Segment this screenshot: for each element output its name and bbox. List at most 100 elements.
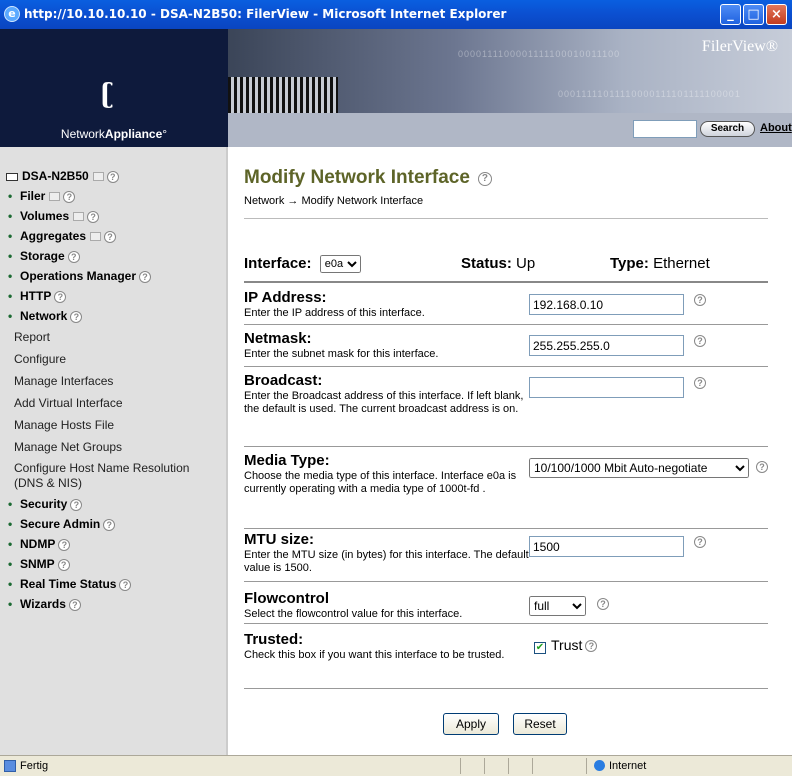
help-icon[interactable]: ? [63, 190, 76, 203]
sidebar-item-wizards[interactable]: Wizards? [6, 594, 226, 614]
flowcontrol-label: Flowcontrol [244, 590, 329, 607]
divider [244, 281, 768, 283]
sidebar-item-aggregates[interactable]: Aggregates? [6, 226, 226, 246]
sidebar-item-snmp[interactable]: SNMP? [6, 554, 226, 574]
help-icon[interactable]: ? [119, 578, 132, 591]
status-bar: Fertig Internet [0, 755, 792, 776]
trusted-row: Trusted: Check this box if you want this… [244, 631, 768, 689]
mtu-size-label: MTU size: [244, 531, 315, 548]
help-icon[interactable]: ? [87, 210, 100, 223]
window-icon[interactable] [73, 212, 85, 222]
sidebar-item-security[interactable]: Security? [6, 494, 226, 514]
mtu-size-input[interactable] [529, 536, 684, 557]
sidebar-item-filer[interactable]: Filer? [6, 186, 226, 206]
status-divider [586, 758, 587, 774]
product-name: FilerView® [701, 38, 778, 55]
binary-decoration: 00011111011110000111101111100001 [558, 89, 741, 99]
mtu-size-desc: Enter the MTU size (in bytes) for this i… [244, 549, 529, 574]
help-icon[interactable]: ? [54, 290, 67, 303]
help-icon[interactable]: ? [694, 294, 706, 306]
sidebar-item-ndmp[interactable]: NDMP? [6, 534, 226, 554]
netmask-label: Netmask: [244, 330, 312, 347]
window-titlebar: e http://10.10.10.10 - DSA-N2B50: FilerV… [0, 0, 792, 29]
sidebar-subitem-configure-host-name-resolution[interactable]: Configure Host Name Resolution (DNS & NI… [6, 458, 206, 494]
about-link[interactable]: About [760, 122, 792, 134]
help-icon[interactable]: ? [104, 230, 117, 243]
sidebar-item-network[interactable]: Network? [6, 306, 226, 326]
help-icon[interactable]: ? [694, 377, 706, 389]
sidebar-item-http[interactable]: HTTP? [6, 286, 226, 306]
help-icon[interactable]: ? [756, 461, 768, 473]
interface-row: Interface: e0a Status: Up Type: Ethernet [244, 255, 764, 277]
sidebar-subitem-report[interactable]: Report [6, 326, 226, 348]
interface-select[interactable]: e0a [319, 255, 361, 273]
minimize-button[interactable]: _ [720, 4, 741, 25]
maximize-button[interactable]: □ [743, 4, 764, 25]
close-button[interactable]: × [766, 4, 787, 25]
help-icon[interactable]: ? [597, 598, 609, 610]
ip-address-input[interactable] [529, 294, 684, 315]
help-icon[interactable]: ? [585, 640, 598, 653]
security-zone: Internet [609, 760, 647, 772]
status-divider [532, 758, 533, 774]
ie-icon: e [4, 6, 20, 22]
window-icon[interactable] [49, 192, 61, 202]
status-readout: Status: Up [461, 255, 536, 272]
help-icon[interactable]: ? [70, 498, 83, 511]
sidebar-subitem-configure[interactable]: Configure [6, 348, 226, 370]
help-icon[interactable]: ? [477, 172, 492, 186]
broadcast-desc: Enter the Broadcast address of this inte… [244, 390, 524, 415]
sidebar-item-operations-manager[interactable]: Operations Manager? [6, 266, 226, 286]
broadcast-row: Broadcast: Enter the Broadcast address o… [244, 372, 768, 447]
netapp-logo-text: NetworkAppliance° [60, 127, 168, 141]
help-icon[interactable]: ? [58, 538, 71, 551]
flowcontrol-select[interactable]: full [529, 596, 586, 616]
reset-button[interactable]: Reset [513, 713, 567, 735]
help-icon[interactable]: ? [67, 250, 80, 263]
flowcontrol-desc: Select the flowcontrol value for this in… [244, 608, 463, 620]
interface-label: Interface: [244, 255, 312, 272]
broadcast-label: Broadcast: [244, 372, 323, 389]
trust-checkbox-group[interactable]: ✔ Trust? [534, 637, 598, 654]
sidebar-item-volumes[interactable]: Volumes? [6, 206, 226, 226]
ip-address-label: IP Address: [244, 289, 327, 306]
sidebar-item-secure-admin[interactable]: Secure Admin? [6, 514, 226, 534]
divider [244, 218, 768, 219]
netmask-input[interactable] [529, 335, 684, 356]
ip-address-desc: Enter the IP address of this interface. [244, 307, 425, 319]
mtu-size-row: MTU size: Enter the MTU size (in bytes) … [244, 531, 768, 582]
search-button[interactable]: Search [700, 121, 755, 137]
status-divider [460, 758, 461, 774]
sidebar-subitem-manage-interfaces[interactable]: Manage Interfaces [6, 370, 226, 392]
help-icon[interactable]: ? [68, 598, 81, 611]
sidebar-subitem-manage-hosts-file[interactable]: Manage Hosts File [6, 414, 226, 436]
sidebar-item-storage[interactable]: Storage? [6, 246, 226, 266]
netapp-logo[interactable]: ʗ NetworkAppliance° [0, 29, 228, 147]
search-input[interactable] [633, 120, 697, 138]
help-icon[interactable]: ? [694, 536, 706, 548]
help-icon[interactable]: ? [57, 558, 70, 571]
media-type-select[interactable]: 10/100/1000 Mbit Auto-negotiate [529, 458, 749, 478]
window-icon[interactable] [92, 172, 104, 182]
media-type-row: Media Type: Choose the media type of thi… [244, 452, 768, 529]
apply-button[interactable]: Apply [443, 713, 499, 735]
broadcast-input[interactable] [529, 377, 684, 398]
sidebar-subitem-manage-net-groups[interactable]: Manage Net Groups [6, 436, 226, 458]
window-title: http://10.10.10.10 - DSA-N2B50: FilerVie… [24, 7, 507, 21]
binary-decoration: 0000111100001111100010011100 [458, 49, 621, 59]
window-icon[interactable] [90, 232, 102, 242]
help-icon[interactable]: ? [103, 518, 116, 531]
trust-checkbox[interactable]: ✔ [534, 642, 546, 654]
help-icon[interactable]: ? [70, 310, 83, 323]
type-readout: Type: Ethernet [610, 255, 710, 272]
help-icon[interactable]: ? [139, 270, 152, 283]
rack-graphic [228, 77, 338, 113]
help-icon[interactable]: ? [694, 335, 706, 347]
sidebar-server[interactable]: DSA-N2B50? [6, 166, 226, 186]
sidebar-subitem-add-virtual-interface[interactable]: Add Virtual Interface [6, 392, 226, 414]
search-bar: Search About [228, 113, 792, 147]
sidebar-item-real-time-status[interactable]: Real Time Status? [6, 574, 226, 594]
server-icon [6, 172, 18, 181]
flowcontrol-row: Flowcontrol Select the flowcontrol value… [244, 590, 768, 624]
help-icon[interactable]: ? [106, 170, 119, 183]
